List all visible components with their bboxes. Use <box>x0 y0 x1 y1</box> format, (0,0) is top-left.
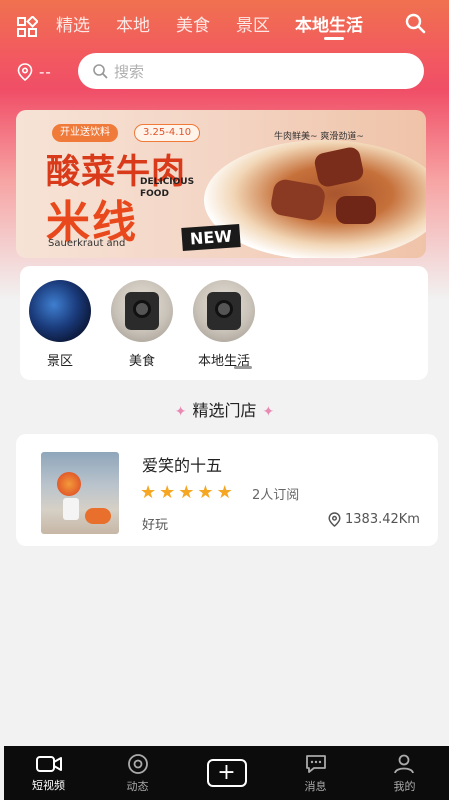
search-icon <box>93 64 108 79</box>
message-icon <box>305 754 326 773</box>
category-scenic[interactable]: 景区 <box>28 280 92 369</box>
banner-bubble-text: 牛肉鲜美~ 爽滑劲道~ <box>274 132 364 142</box>
beef-piece <box>336 196 376 224</box>
bottom-navigation: 短视频 动态 + 消息 我的 <box>4 746 449 800</box>
search-icon[interactable] <box>404 12 426 34</box>
distance-text: 1383.42Km <box>345 512 420 527</box>
tab-scenic[interactable]: 景区 <box>236 11 270 36</box>
category-label: 景区 <box>46 354 73 369</box>
banner-subtitle: Sauerkraut and <box>48 238 126 249</box>
subscriber-count: 2人订阅 <box>252 488 300 503</box>
earth-icon <box>29 280 91 342</box>
page-indicator <box>234 366 252 369</box>
tab-featured[interactable]: 精选 <box>56 11 90 36</box>
tab-local[interactable]: 本地 <box>116 11 150 36</box>
top-navigation: 精选 本地 美食 景区 本地生活 <box>0 0 449 46</box>
nav-label: 消息 <box>304 779 327 793</box>
section-title-text: 精选门店 <box>192 401 257 420</box>
store-name: 爱笑的十五 <box>142 456 223 475</box>
category-local-life[interactable]: 本地生活 <box>192 280 256 369</box>
star-icon: ★ <box>159 482 176 503</box>
dynamic-icon <box>127 753 148 774</box>
nav-label: 短视频 <box>32 778 65 792</box>
category-label: 美食 <box>128 354 155 369</box>
nav-label: 我的 <box>393 779 416 793</box>
plus-icon: + <box>206 759 247 787</box>
star-icon: ★ <box>178 482 195 503</box>
nav-profile[interactable]: 我的 <box>360 746 449 800</box>
category-food[interactable]: 美食 <box>110 280 174 369</box>
video-icon <box>35 755 62 772</box>
profile-icon <box>393 754 414 773</box>
star-icon: ★ <box>140 482 157 503</box>
location-text: -- <box>39 63 52 81</box>
star-icon: ★ <box>216 482 233 503</box>
store-card[interactable]: 爱笑的十五 ★ ★ ★ ★ ★ 2人订阅 好玩 1383.42Km <box>16 434 438 546</box>
star-icon: ★ <box>197 482 214 503</box>
sparkle-icon: ✦ <box>262 404 275 420</box>
section-title: ✦ 精选门店 ✦ <box>0 397 449 421</box>
tab-food[interactable]: 美食 <box>176 11 210 36</box>
star-rating: ★ ★ ★ ★ ★ <box>140 482 233 503</box>
nav-label: 动态 <box>126 779 149 793</box>
search-placeholder: 搜索 <box>114 62 145 81</box>
grid-menu-icon[interactable] <box>16 16 38 38</box>
banner-date: 3.25-4.10 <box>134 124 201 142</box>
sparkle-icon: ✦ <box>174 404 187 420</box>
promo-banner[interactable]: 开业送饮料 3.25-4.10 酸菜牛肉 米线 DELICIOUS FOOD 牛… <box>16 110 426 258</box>
location-pin-icon <box>328 512 341 527</box>
projector-icon <box>193 280 255 342</box>
search-input[interactable]: 搜索 <box>78 53 424 89</box>
nav-publish[interactable]: + <box>182 746 271 800</box>
store-distance: 1383.42Km <box>328 512 420 527</box>
banner-tag: 开业送饮料 <box>52 124 118 142</box>
category-card: 景区 美食 本地生活 <box>20 266 428 380</box>
banner-english: DELICIOUS FOOD <box>140 177 195 199</box>
nav-messages[interactable]: 消息 <box>271 746 360 800</box>
projector-icon <box>111 280 173 342</box>
store-thumbnail <box>41 452 119 534</box>
location-selector[interactable]: -- <box>17 63 52 81</box>
active-tab-indicator <box>324 37 344 40</box>
new-badge: NEW <box>181 224 241 251</box>
nav-dynamic[interactable]: 动态 <box>93 746 182 800</box>
location-pin-icon <box>17 63 33 81</box>
nav-short-video[interactable]: 短视频 <box>4 746 93 800</box>
store-tag: 好玩 <box>142 518 169 533</box>
tab-local-life[interactable]: 本地生活 <box>295 11 363 36</box>
